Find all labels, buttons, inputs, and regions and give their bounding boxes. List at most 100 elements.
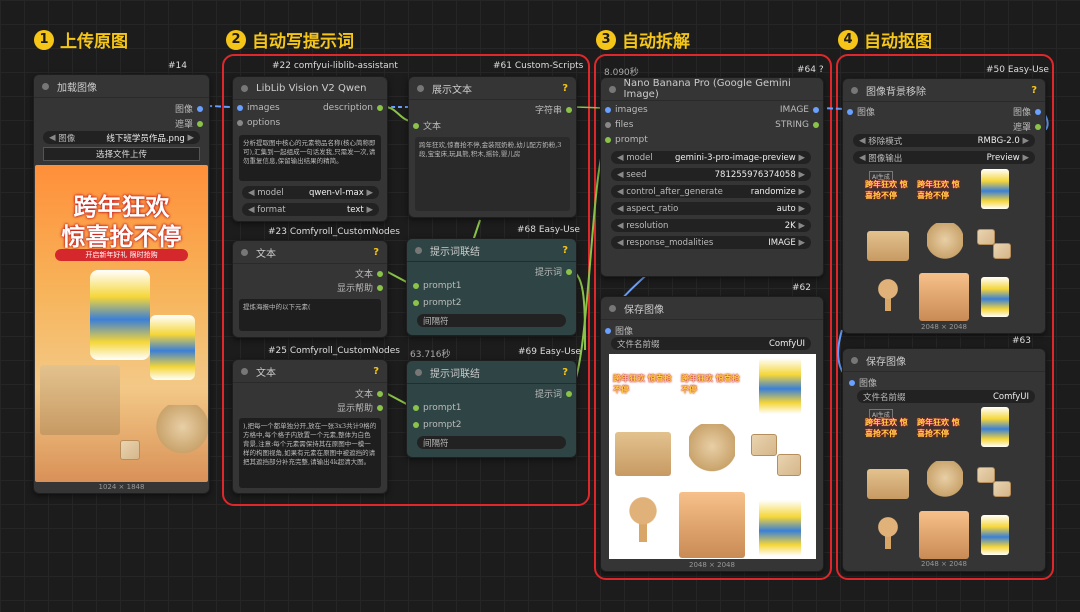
- port-dot[interactable]: [197, 105, 203, 112]
- port-dot[interactable]: [849, 379, 855, 386]
- port-dot[interactable]: [1035, 108, 1041, 115]
- image-output-select[interactable]: ◀ 图像输出 Preview ▶: [853, 151, 1035, 164]
- port-dot[interactable]: [377, 404, 383, 411]
- resolution-select[interactable]: ◀ resolution 2K ▶: [611, 219, 811, 232]
- port-dot[interactable]: [566, 106, 572, 113]
- output-text[interactable]: 跨年狂欢,惊喜抢不停,金装冠奶粉,幼儿配方奶粉,3段,宝宝床,玩具熊,积木,摇铃…: [415, 137, 570, 211]
- seed-field[interactable]: ◀ seed 781255976374058 ▶: [611, 168, 811, 181]
- output-help[interactable]: 显示帮助: [337, 401, 383, 414]
- collapse-dot[interactable]: [417, 84, 424, 92]
- port-dot[interactable]: [566, 390, 572, 397]
- port-dot[interactable]: [605, 137, 611, 143]
- collapse-dot[interactable]: [241, 84, 248, 92]
- help-icon[interactable]: ?: [562, 245, 568, 256]
- node-save-image-63[interactable]: 保存图像 图像 文件名前缀 ComfyUI AI生成 跨年狂欢 惊喜抢不停 跨年狂…: [842, 348, 1046, 572]
- node-concat-69[interactable]: 提示词联结? 提示词 prompt1 prompt2 间隔符: [406, 360, 577, 458]
- input-text[interactable]: 文本: [413, 119, 441, 132]
- port-dot[interactable]: [377, 390, 383, 397]
- filename-prefix-field[interactable]: 文件名前缀 ComfyUI: [857, 390, 1035, 403]
- port-dot[interactable]: [377, 105, 383, 111]
- separator-field[interactable]: 间隔符: [417, 436, 566, 449]
- input-image[interactable]: 图像: [605, 324, 633, 337]
- help-icon[interactable]: ?: [562, 83, 568, 94]
- port-dot[interactable]: [813, 122, 819, 128]
- output-string[interactable]: 字符串: [535, 103, 572, 116]
- port-dot[interactable]: [605, 122, 611, 128]
- node-header[interactable]: Nano Banana Pro (Google Gemini Image): [601, 78, 823, 101]
- input-prompt1[interactable]: prompt1: [413, 281, 461, 291]
- format-select[interactable]: ◀ format text ▶: [242, 203, 379, 216]
- separator-field[interactable]: 间隔符: [417, 314, 566, 327]
- node-header[interactable]: 文本?: [233, 241, 387, 264]
- node-header[interactable]: 加载图像: [34, 75, 209, 98]
- output-text[interactable]: 文本: [355, 387, 383, 400]
- collapse-dot[interactable]: [42, 82, 49, 90]
- port-dot[interactable]: [1035, 123, 1041, 130]
- node-header[interactable]: LibLib Vision V2 Qwen: [233, 77, 387, 100]
- help-icon[interactable]: ?: [373, 247, 379, 258]
- output-prompt[interactable]: 提示词: [535, 387, 572, 400]
- response-modalities-select[interactable]: ◀ response_modalities IMAGE ▶: [611, 236, 811, 249]
- model-select[interactable]: ◀ model qwen-vl-max ▶: [242, 186, 379, 199]
- port-dot[interactable]: [413, 283, 419, 289]
- upload-button[interactable]: 选择文件上传: [43, 147, 200, 161]
- input-prompt2[interactable]: prompt2: [413, 298, 461, 308]
- port-dot[interactable]: [813, 107, 819, 113]
- node-liblib-vision[interactable]: LibLib Vision V2 Qwen images options des…: [232, 76, 388, 222]
- port-dot[interactable]: [413, 405, 419, 411]
- port-dot[interactable]: [605, 107, 611, 113]
- input-prompt2[interactable]: prompt2: [413, 420, 461, 430]
- input-images[interactable]: images: [605, 105, 648, 115]
- output-image[interactable]: 图像: [1013, 105, 1041, 118]
- node-remove-background[interactable]: 图像背景移除? 图像 图像 遮罩 ◀ 移除模式 RMBG-2.0 ▶ ◀ 图像输出…: [842, 78, 1046, 334]
- text-input[interactable]: ),把每一个都单独分开,放在一张3x3共计9格的方格中,每个格子内放置一个元素,…: [239, 418, 381, 488]
- port-dot[interactable]: [413, 122, 419, 129]
- node-header[interactable]: 文本?: [233, 360, 387, 383]
- help-icon[interactable]: ?: [1031, 85, 1037, 96]
- node-header[interactable]: 提示词联结?: [407, 361, 576, 384]
- collapse-dot[interactable]: [241, 367, 248, 375]
- node-text-23[interactable]: 文本? 文本 显示帮助 提炼海报中的以下元素(: [232, 240, 388, 338]
- output-image[interactable]: 图像: [175, 102, 203, 115]
- control-after-generate-select[interactable]: ◀ control_after_generate randomize ▶: [611, 185, 811, 198]
- node-nano-banana[interactable]: Nano Banana Pro (Google Gemini Image) im…: [600, 77, 824, 277]
- port-dot[interactable]: [847, 108, 853, 115]
- port-dot[interactable]: [197, 120, 203, 127]
- port-dot[interactable]: [237, 105, 243, 111]
- collapse-dot[interactable]: [415, 368, 422, 376]
- image-select[interactable]: ◀ 图像 线下班学员作品.png ▶: [43, 131, 200, 144]
- output-image[interactable]: IMAGE: [780, 105, 819, 115]
- node-save-image-62[interactable]: 保存图像 图像 文件名前缀 ComfyUI 跨年狂欢 惊喜抢不停 跨年狂欢 惊喜抢…: [600, 296, 824, 572]
- node-header[interactable]: 保存图像: [601, 297, 823, 320]
- input-images[interactable]: images: [237, 103, 280, 113]
- output-text[interactable]: 文本: [355, 267, 383, 280]
- input-prompt1[interactable]: prompt1: [413, 403, 461, 413]
- collapse-dot[interactable]: [241, 248, 248, 256]
- output-prompt[interactable]: 提示词: [535, 265, 572, 278]
- output-mask[interactable]: 遮罩: [175, 117, 203, 130]
- remove-mode-select[interactable]: ◀ 移除模式 RMBG-2.0 ▶: [853, 134, 1035, 147]
- prompt-textarea[interactable]: 分析提取图中核心的元素物品名称(核心简称即可),汇集到一起组成一句话发我,只需发…: [239, 135, 381, 181]
- collapse-dot[interactable]: [851, 356, 858, 364]
- output-string[interactable]: STRING: [775, 120, 819, 130]
- port-dot[interactable]: [413, 422, 419, 428]
- input-image[interactable]: 图像: [847, 105, 875, 118]
- port-dot[interactable]: [566, 268, 572, 275]
- input-files[interactable]: files: [605, 120, 633, 130]
- node-header[interactable]: 图像背景移除?: [843, 79, 1045, 102]
- port-dot[interactable]: [377, 284, 383, 291]
- node-header[interactable]: 保存图像: [843, 349, 1045, 372]
- port-dot[interactable]: [413, 300, 419, 306]
- collapse-dot[interactable]: [609, 85, 616, 93]
- port-dot[interactable]: [605, 327, 611, 334]
- input-image[interactable]: 图像: [849, 376, 877, 389]
- collapse-dot[interactable]: [851, 86, 858, 94]
- node-header[interactable]: 展示文本?: [409, 77, 576, 100]
- aspect-ratio-select[interactable]: ◀ aspect_ratio auto ▶: [611, 202, 811, 215]
- node-concat-68[interactable]: 提示词联结? 提示词 prompt1 prompt2 间隔符: [406, 238, 577, 336]
- help-icon[interactable]: ?: [373, 366, 379, 377]
- input-options[interactable]: options: [237, 118, 280, 128]
- text-input[interactable]: 提炼海报中的以下元素(: [239, 299, 381, 331]
- collapse-dot[interactable]: [609, 304, 616, 312]
- filename-prefix-field[interactable]: 文件名前缀 ComfyUI: [611, 337, 811, 350]
